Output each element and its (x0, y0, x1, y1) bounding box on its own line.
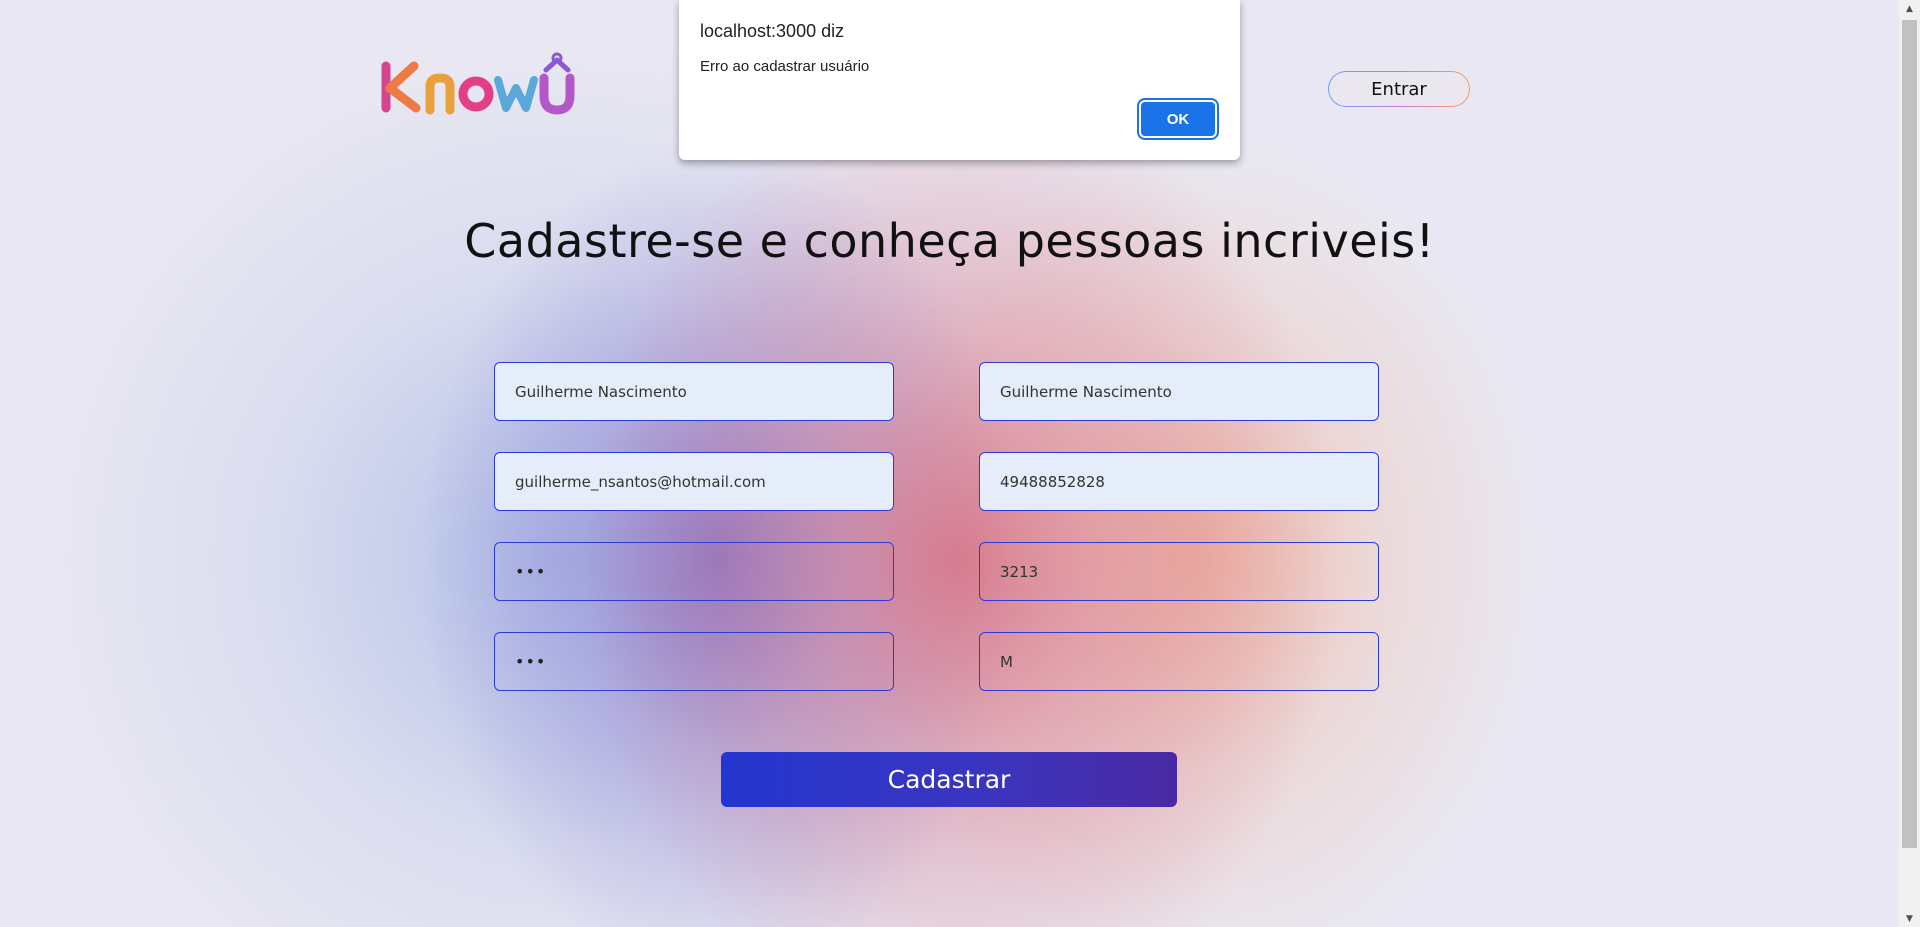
knowu-logo-icon (381, 52, 575, 115)
login-button[interactable]: Entrar (1328, 71, 1470, 107)
alert-ok-button[interactable]: OK (1137, 98, 1219, 140)
register-button[interactable]: Cadastrar (721, 752, 1177, 807)
number-field[interactable]: 3213 (979, 542, 1379, 601)
email-field[interactable]: guilherme_nsantos@hotmail.com (494, 452, 894, 511)
second-name-field[interactable]: Guilherme Nascimento (979, 362, 1379, 421)
name-field[interactable]: Guilherme Nascimento (494, 362, 894, 421)
confirm-password-field[interactable]: ••• (494, 632, 894, 691)
scroll-down-arrow-icon[interactable]: ▼ (1899, 910, 1920, 927)
gender-field[interactable]: M (979, 632, 1379, 691)
page-viewport: Entrar Cadastre-se e conheça pessoas inc… (0, 0, 1899, 927)
page-title: Cadastre-se e conheça pessoas incriveis! (464, 214, 1435, 268)
scroll-thumb[interactable] (1902, 20, 1917, 848)
alert-title: localhost:3000 diz (700, 21, 845, 41)
vertical-scrollbar[interactable]: ▲ ▼ (1899, 0, 1920, 927)
alert-dialog: localhost:3000 diz Erro ao cadastrar usu… (679, 0, 1240, 160)
knowu-logo[interactable] (380, 52, 580, 118)
password-field[interactable]: ••• (494, 542, 894, 601)
scroll-up-arrow-icon[interactable]: ▲ (1899, 0, 1920, 17)
cpf-field[interactable]: 49488852828 (979, 452, 1379, 511)
alert-message: Erro ao cadastrar usuário (700, 58, 870, 75)
